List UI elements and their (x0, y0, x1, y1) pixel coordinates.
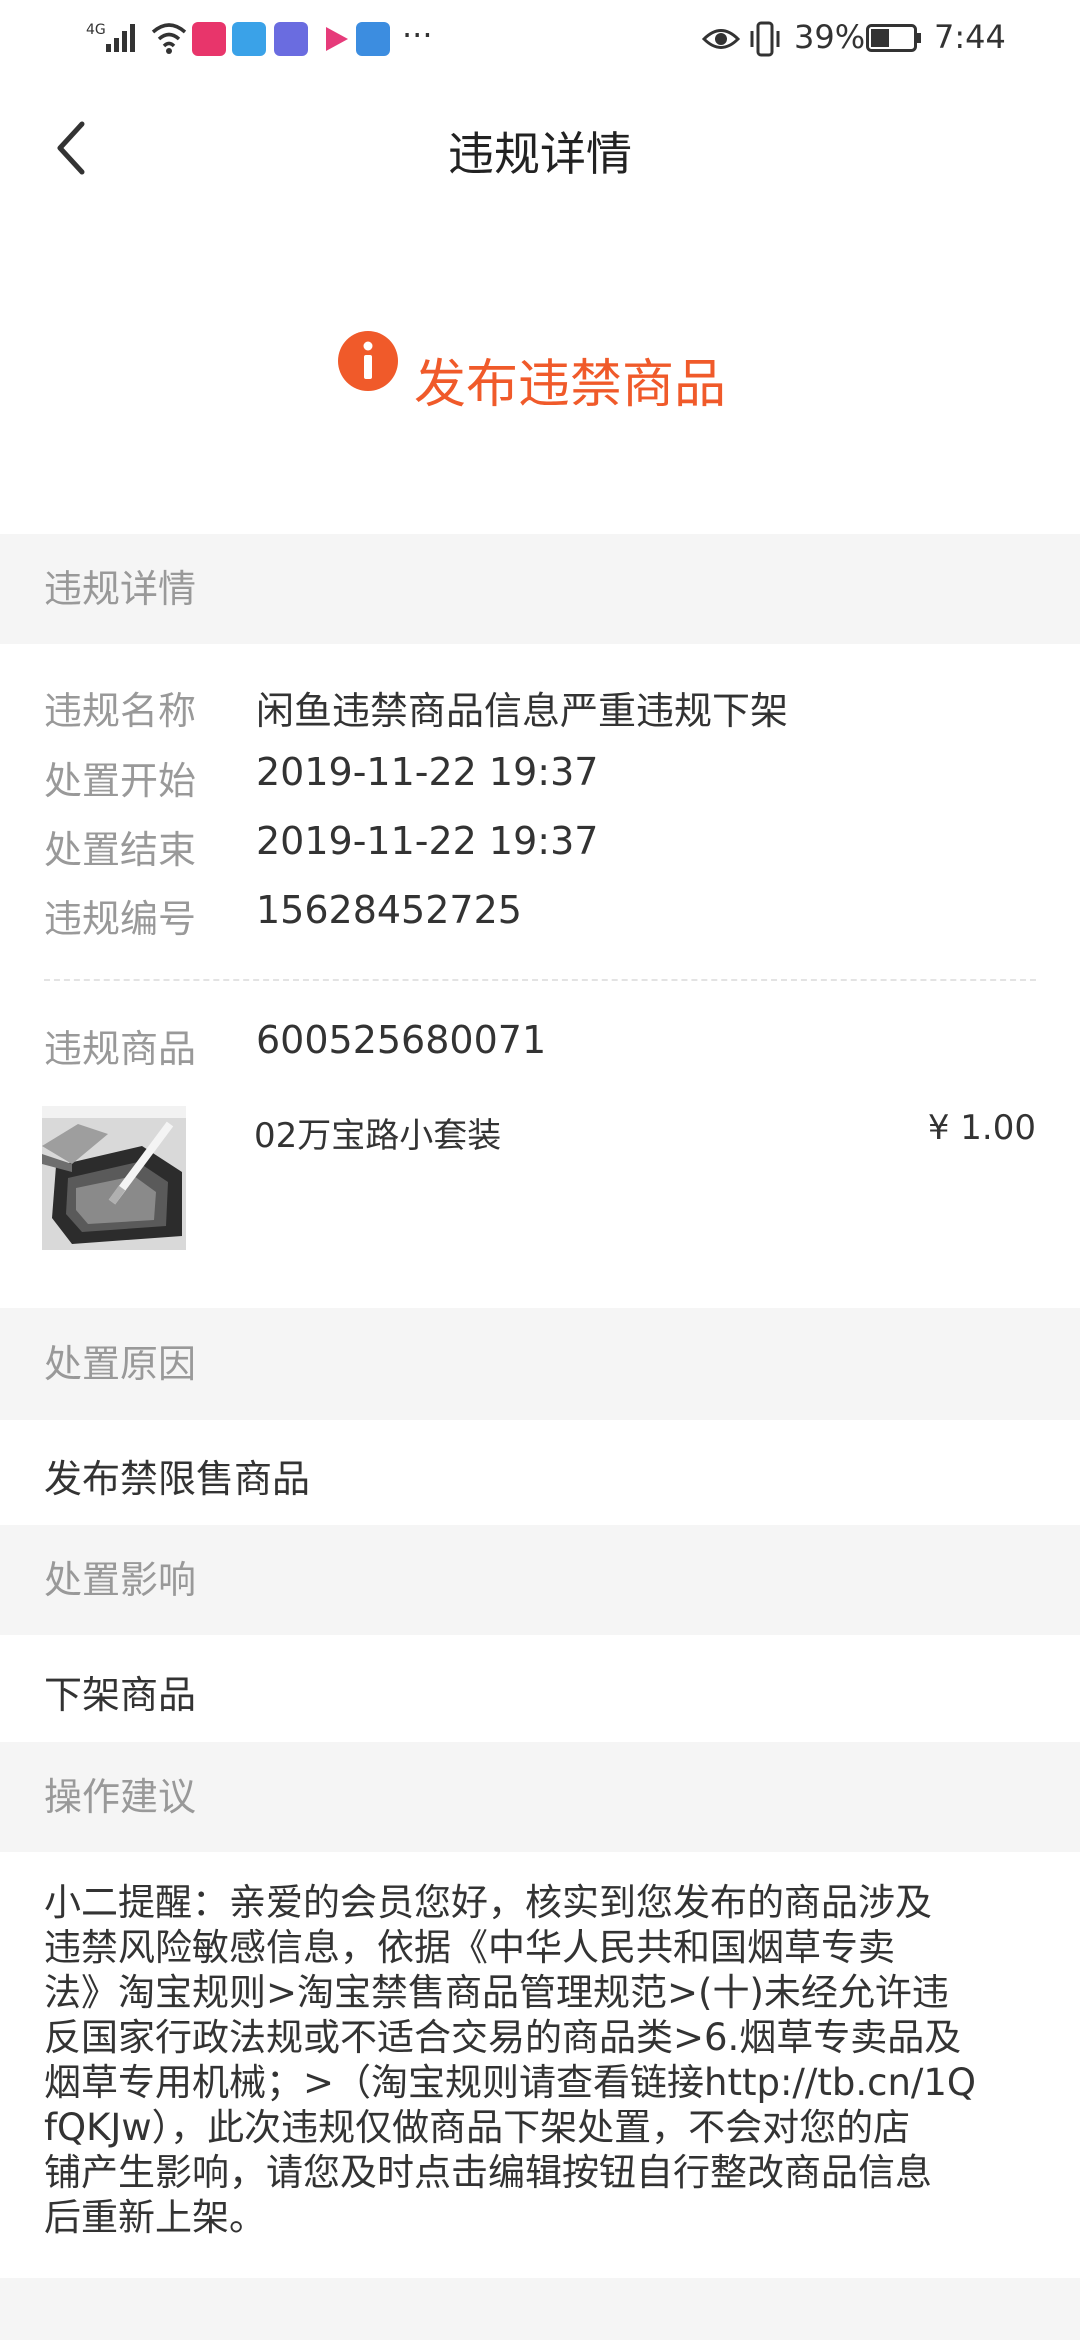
start-time-label: 处置开始 (44, 759, 197, 803)
advice-text: 小二提醒：亲爱的会员您好，核实到您发布的商品涉及 违禁风险敏感信息，依据《中华人… (44, 1880, 1038, 2240)
battery-icon (866, 24, 921, 52)
violation-type-title: 发布违禁商品 (414, 355, 727, 415)
more-notifications: ··· (402, 16, 433, 54)
violating-product-id: 600525680071 (256, 1018, 547, 1062)
app-notification-icon (232, 22, 266, 56)
eye-icon (702, 29, 740, 49)
bottom-spacer (0, 2278, 1080, 2340)
advice-line: 法》淘宝规则>淘宝禁售商品管理规范>(十)未经允许违 (44, 1971, 949, 2014)
advice-line: 违禁风险敏感信息，依据《中华人民共和国烟草专卖 (44, 1926, 895, 1969)
divider (44, 979, 1036, 981)
section-header-reason: 处置原因 (0, 1308, 1080, 1420)
advice-line: fQKJw），此次违规仅做商品下架处置，不会对您的店 (44, 2106, 911, 2149)
page-title: 违规详情 (448, 127, 632, 181)
advice-line: 烟草专用机械；>（淘宝规则请查看链接http://tb.cn/1Q (44, 2061, 977, 2104)
start-time-value: 2019-11-22 19:37 (256, 750, 599, 794)
vibrate-icon (750, 21, 780, 57)
end-time-label: 处置结束 (44, 828, 197, 872)
advice-line: 小二提醒：亲爱的会员您好，核实到您发布的商品涉及 (44, 1881, 932, 1924)
violation-name-value: 闲鱼违禁商品信息严重违规下架 (256, 689, 789, 733)
violation-id-value: 15628452725 (256, 888, 522, 932)
violation-name-label: 违规名称 (44, 689, 197, 733)
section-header-impact: 处置影响 (0, 1525, 1080, 1635)
section-header-advice: 操作建议 (0, 1742, 1080, 1852)
reason-text: 发布禁限售商品 (44, 1457, 311, 1501)
advice-line: 铺产生影响，请您及时点击编辑按钮自行整改商品信息 (44, 2151, 932, 2194)
impact-text: 下架商品 (44, 1673, 197, 1717)
app-notification-icon (192, 22, 226, 56)
signal-icon (106, 24, 135, 52)
clock: 7:44 (934, 18, 1006, 56)
wifi-icon (151, 23, 187, 54)
advice-line: 反国家行政法规或不适合交易的商品类>6.烟草专卖品及 (44, 2016, 962, 2059)
violating-product-label: 违规商品 (44, 1027, 197, 1071)
violation-id-label: 违规编号 (44, 897, 197, 941)
product-price: ¥ 1.00 (927, 1108, 1036, 1148)
app-notification-icon (274, 22, 308, 56)
battery-percent: 39% (794, 18, 866, 56)
advice-line: 后重新上架。 (44, 2196, 266, 2239)
end-time-value: 2019-11-22 19:37 (256, 819, 599, 863)
status-bar: 4G ··· 39% 7:44 (0, 0, 1080, 80)
network-type: 4G (86, 22, 106, 38)
app-notification-icon (356, 22, 390, 56)
section-header-details: 违规详情 (0, 534, 1080, 644)
info-icon (338, 331, 398, 391)
play-icon (326, 27, 348, 51)
